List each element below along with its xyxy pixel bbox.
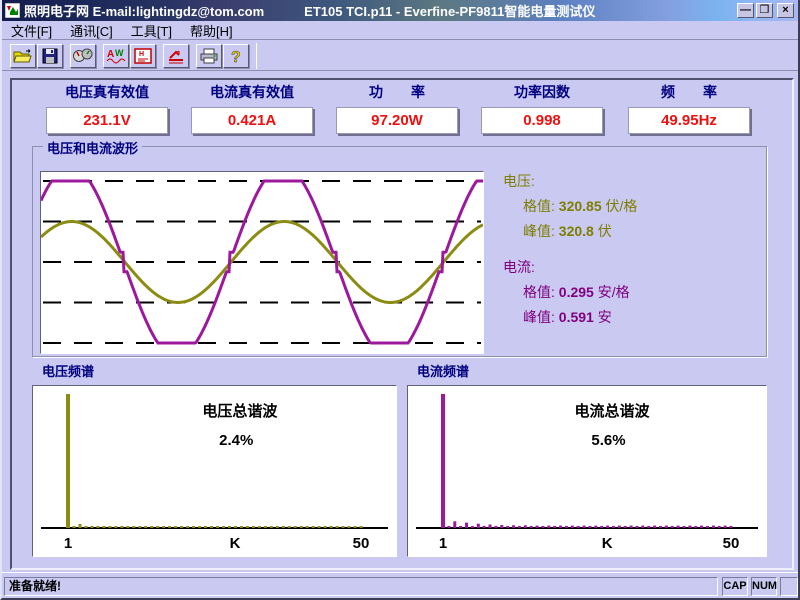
- menu-tools[interactable]: 工具[T]: [122, 20, 181, 41]
- meters-button[interactable]: [70, 44, 96, 68]
- voltage-thd-value: 2.4%: [219, 432, 253, 449]
- current-per-division: 0.295: [559, 284, 594, 300]
- voltage-thd-label: 电压总谐波: [202, 400, 277, 421]
- app-window: 照明电子网 E-mail:lightingdz@tom.com ET105 TC…: [0, 0, 800, 600]
- title-bar: 照明电子网 E-mail:lightingdz@tom.com ET105 TC…: [2, 0, 798, 21]
- menu-file[interactable]: 文件[F]: [2, 20, 61, 41]
- measure-icon: [167, 48, 185, 64]
- caps-lock-indicator: CAP: [722, 577, 748, 596]
- waveform-plot: [40, 171, 484, 354]
- measurement-label: 频 率: [628, 82, 750, 104]
- maximize-button[interactable]: ❐: [756, 3, 773, 18]
- help-icon: ?: [229, 47, 243, 65]
- current-info-header: 电流:: [503, 255, 758, 280]
- app-icon: [5, 3, 20, 18]
- svg-text:A: A: [107, 49, 114, 60]
- svg-text:1: 1: [439, 535, 447, 552]
- waveform-groupbox: 电压和电流波形 电压: 格值: 320.85 伏/格 峰值: 320.8 伏 电…: [32, 146, 767, 357]
- measurement-label: 功率因数: [481, 82, 603, 104]
- groupbox-title: 电压和电流波形: [43, 138, 142, 157]
- current-grid-line: 格值: 0.295 安/格: [503, 280, 758, 305]
- voltage-spectrum-plot: 1 K 50 电压总谐波 2.4%: [32, 385, 397, 557]
- voltage-grid-line: 格值: 320.85 伏/格: [503, 194, 758, 219]
- current-thd-value: 5.6%: [591, 432, 625, 449]
- open-file-icon: [13, 48, 33, 64]
- harmonics-view-button[interactable]: H: [130, 44, 156, 68]
- menu-comm[interactable]: 通讯[C]: [61, 20, 122, 41]
- current-peak-line: 峰值: 0.591 安: [503, 305, 758, 330]
- svg-text:50: 50: [353, 535, 370, 552]
- toolbar-separator: [256, 43, 257, 69]
- measurement-voltage: 电压真有效值 231.1V: [46, 82, 168, 134]
- current-peak-value: 0.591: [559, 309, 594, 325]
- waveform-svg: [41, 172, 483, 353]
- window-controls: — ❐ ×: [737, 3, 794, 18]
- svg-text:?: ?: [231, 49, 241, 65]
- current-thd-label: 电流总谐波: [575, 400, 650, 421]
- svg-text:K: K: [230, 535, 241, 552]
- power-factor-value: 0.998: [481, 107, 603, 134]
- num-lock-indicator: NUM: [751, 577, 777, 596]
- save-icon: [42, 48, 58, 64]
- status-empty-panel: [780, 577, 798, 596]
- voltage-rms-value: 231.1V: [46, 107, 168, 134]
- voltage-per-division: 320.85: [559, 198, 602, 214]
- voltage-peak-line: 峰值: 320.8 伏: [503, 219, 758, 244]
- harmonics-icon: H: [134, 48, 152, 64]
- current-spectrum-plot: 1 K 50 电流总谐波 5.6%: [407, 385, 767, 557]
- svg-text:K: K: [602, 535, 613, 552]
- measure-button[interactable]: [163, 44, 189, 68]
- svg-text:H: H: [139, 51, 144, 58]
- measurement-label: 功 率: [336, 82, 458, 104]
- title-left-text: 照明电子网 E-mail:lightingdz@tom.com: [24, 1, 264, 20]
- svg-text:W: W: [115, 48, 124, 58]
- close-button[interactable]: ×: [777, 3, 794, 18]
- voltage-peak-value: 320.8: [559, 223, 594, 239]
- svg-text:50: 50: [723, 535, 740, 552]
- measurement-current: 电流真有效值 0.421A: [191, 82, 313, 134]
- save-button[interactable]: [37, 44, 63, 68]
- frequency-value: 49.95Hz: [628, 107, 750, 134]
- voltage-info-header: 电压:: [503, 169, 758, 194]
- print-icon: [200, 48, 218, 64]
- current-spectrum-label: 电流频谱: [417, 361, 469, 380]
- page-title: ET105 TCI.p11 - Everfine-PF9811智能电量测试仪: [304, 1, 737, 20]
- waveform-info-panel: 电压: 格值: 320.85 伏/格 峰值: 320.8 伏 电流: 格值: 0…: [503, 169, 758, 330]
- menu-bar: 文件[F] 通讯[C] 工具[T] 帮助[H]: [2, 21, 798, 40]
- voltage-spectrum-label: 电压频谱: [42, 361, 94, 380]
- toolbar: A W H: [2, 41, 798, 71]
- status-bar: 准备就绪! CAP NUM: [2, 572, 798, 598]
- measurement-frequency: 频 率 49.95Hz: [628, 82, 750, 134]
- waveform-icon: A W: [106, 47, 126, 65]
- current-rms-value: 0.421A: [191, 107, 313, 134]
- power-value: 97.20W: [336, 107, 458, 134]
- print-button[interactable]: [196, 44, 222, 68]
- waveform-view-button[interactable]: A W: [103, 44, 129, 68]
- meters-icon: [73, 48, 93, 64]
- measurement-label: 电压真有效值: [46, 82, 168, 104]
- measurement-label: 电流真有效值: [191, 82, 313, 104]
- help-button[interactable]: ?: [223, 44, 249, 68]
- measurement-power-factor: 功率因数 0.998: [481, 82, 603, 134]
- minimize-button[interactable]: —: [737, 3, 754, 18]
- open-file-button[interactable]: [10, 44, 36, 68]
- menu-help[interactable]: 帮助[H]: [181, 20, 242, 41]
- measurement-power: 功 率 97.20W: [336, 82, 458, 134]
- svg-text:1: 1: [64, 535, 72, 552]
- status-message: 准备就绪!: [4, 577, 718, 596]
